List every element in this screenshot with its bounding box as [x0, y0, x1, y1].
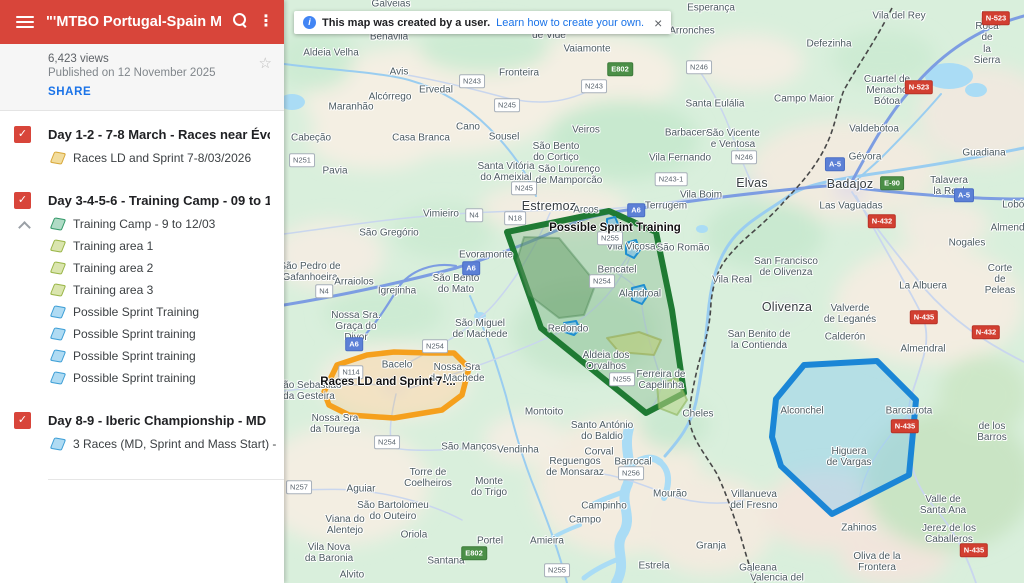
- polygon-blue-icon: [50, 349, 66, 362]
- layer-header[interactable]: ✓ Day 1-2 - 7-8 March - Races near Évora …: [0, 115, 284, 147]
- road-badge: E802: [461, 546, 487, 560]
- road-badge: N4: [465, 208, 483, 222]
- search-icon[interactable]: [233, 13, 246, 31]
- layer-header[interactable]: ✓ Day 8-9 - Iberic Championship - MD and …: [0, 401, 284, 433]
- sidebar-header: "'MTBO Portugal-Spain M... ⋮: [0, 0, 284, 44]
- feature-label: Training area 2: [73, 261, 153, 275]
- views-count: 6,423 views: [48, 53, 270, 65]
- road-badge: N4: [315, 284, 333, 298]
- map-info-panel: 6,423 views Published on 12 November 202…: [0, 44, 284, 111]
- feature-item[interactable]: Training area 3: [0, 279, 284, 301]
- road-badge: N255: [544, 563, 570, 577]
- road-badge: N-432: [972, 325, 1000, 339]
- layer-title: Day 1-2 - 7-8 March - Races near Évora (…: [48, 126, 270, 142]
- banner-learn-link[interactable]: Learn how to create your own.: [496, 17, 644, 29]
- road-badge: N-523: [905, 80, 933, 94]
- road-badge: A-5: [954, 188, 974, 202]
- road-badge: N245: [494, 98, 520, 112]
- road-badge: N255: [609, 372, 635, 386]
- road-badge: N257: [286, 480, 312, 494]
- layer-checkbox[interactable]: ✓: [14, 126, 31, 143]
- races-ld-sprint-area[interactable]: [324, 352, 469, 418]
- polygon-blue-icon: [50, 437, 66, 450]
- share-button[interactable]: SHARE: [48, 86, 91, 98]
- road-badge: A6: [462, 261, 480, 275]
- road-badge: N245: [511, 181, 537, 195]
- road-badge: N-432: [868, 214, 896, 228]
- road-badge: N243: [581, 79, 607, 93]
- road-badge: N254: [589, 274, 615, 288]
- polygon-lightgreen-icon: [50, 239, 66, 252]
- feature-label: 3 Races (MD, Sprint and Mass Start) - 14…: [73, 437, 276, 451]
- road-badge: A6: [627, 203, 645, 217]
- road-badge: N254: [422, 339, 448, 353]
- polygon-green-icon: [50, 217, 66, 230]
- road-badge: E-90: [880, 176, 904, 190]
- banner-close-icon[interactable]: ×: [654, 16, 662, 30]
- published-date: Published on 12 November 2025: [48, 67, 270, 79]
- feature-item[interactable]: Possible Sprint training: [0, 367, 284, 389]
- feature-item[interactable]: Races LD and Sprint 7-8/03/2026: [0, 147, 284, 169]
- road-badge: N114: [338, 365, 363, 379]
- feature-label: Training area 3: [73, 283, 153, 297]
- road-badge: N256: [618, 466, 644, 480]
- feature-item[interactable]: Training area 1: [0, 235, 284, 257]
- road-badge: N246: [731, 150, 757, 164]
- polygon-lightgreen-icon: [50, 283, 66, 296]
- feature-item[interactable]: Possible Sprint Training: [0, 301, 284, 323]
- layer-title: Day 3-4-5-6 - Training Camp - 09 to 12/0…: [48, 192, 270, 208]
- road-badge: N-523: [982, 11, 1010, 25]
- polygon-blue-icon: [50, 327, 66, 340]
- road-badge: N18: [504, 211, 526, 225]
- star-icon[interactable]: ☆: [259, 54, 272, 72]
- road-badge: N254: [374, 435, 400, 449]
- road-badge: N243-1: [655, 172, 688, 186]
- polygon-lightgreen-icon: [50, 261, 66, 274]
- feature-label: Possible Sprint training: [73, 327, 196, 341]
- layer-header[interactable]: ✓ Day 3-4-5-6 - Training Camp - 09 to 12/…: [0, 181, 284, 213]
- map-title: "'MTBO Portugal-Spain M...: [46, 14, 221, 30]
- banner-text: This map was created by a user.: [322, 17, 490, 29]
- road-badge: N-435: [960, 543, 988, 557]
- road-badge: N246: [686, 60, 712, 74]
- polygon-blue-icon: [50, 371, 66, 384]
- road-badge: E802: [607, 62, 633, 76]
- feature-item[interactable]: Training Camp - 9 to 12/03: [0, 213, 284, 235]
- my-maps-app: "'MTBO Portugal-Spain M... ⋮ 6,423 views…: [0, 0, 1024, 583]
- feature-label: Possible Sprint training: [73, 349, 196, 363]
- feature-item[interactable]: Possible Sprint training: [0, 345, 284, 367]
- layer-title: Day 8-9 - Iberic Championship - MD and M…: [48, 412, 270, 428]
- road-badge: N251: [289, 153, 315, 167]
- info-icon: i: [303, 16, 316, 29]
- map-canvas[interactable]: GalveiasBenavilaAldeia VelhaCabeço de Vi…: [284, 0, 1024, 583]
- menu-icon[interactable]: [16, 16, 34, 28]
- layer-checkbox[interactable]: ✓: [14, 412, 31, 429]
- road-badge: A-5: [825, 157, 845, 171]
- feature-item[interactable]: 3 Races (MD, Sprint and Mass Start) - 14…: [0, 433, 284, 455]
- polygon-blue-icon: [50, 305, 66, 318]
- sidebar: "'MTBO Portugal-Spain M... ⋮ 6,423 views…: [0, 0, 284, 583]
- feature-item[interactable]: Training area 2: [0, 257, 284, 279]
- sidebar-sections: ✓ Day 1-2 - 7-8 March - Races near Évora …: [0, 111, 284, 583]
- feature-label: Races LD and Sprint 7-8/03/2026: [73, 151, 251, 165]
- layer-checkbox[interactable]: ✓: [14, 192, 31, 209]
- road-badge: A6: [345, 337, 363, 351]
- feature-label: Possible Sprint training: [73, 371, 196, 385]
- feature-label: Training Camp - 9 to 12/03: [73, 217, 215, 231]
- road-badge: N243: [459, 74, 485, 88]
- user-map-banner: i This map was created by a user. Learn …: [294, 11, 671, 34]
- road-badge: N255: [597, 231, 623, 245]
- road-badge: N-435: [910, 310, 938, 324]
- collapse-chevron-icon[interactable]: [18, 221, 31, 234]
- feature-item[interactable]: Possible Sprint training: [0, 323, 284, 345]
- polygon-yellow-icon: [50, 151, 66, 164]
- list-divider: [48, 479, 284, 480]
- feature-label: Training area 1: [73, 239, 153, 253]
- road-badge: N-435: [891, 419, 919, 433]
- more-options-icon[interactable]: ⋮: [258, 14, 274, 30]
- feature-label: Possible Sprint Training: [73, 305, 199, 319]
